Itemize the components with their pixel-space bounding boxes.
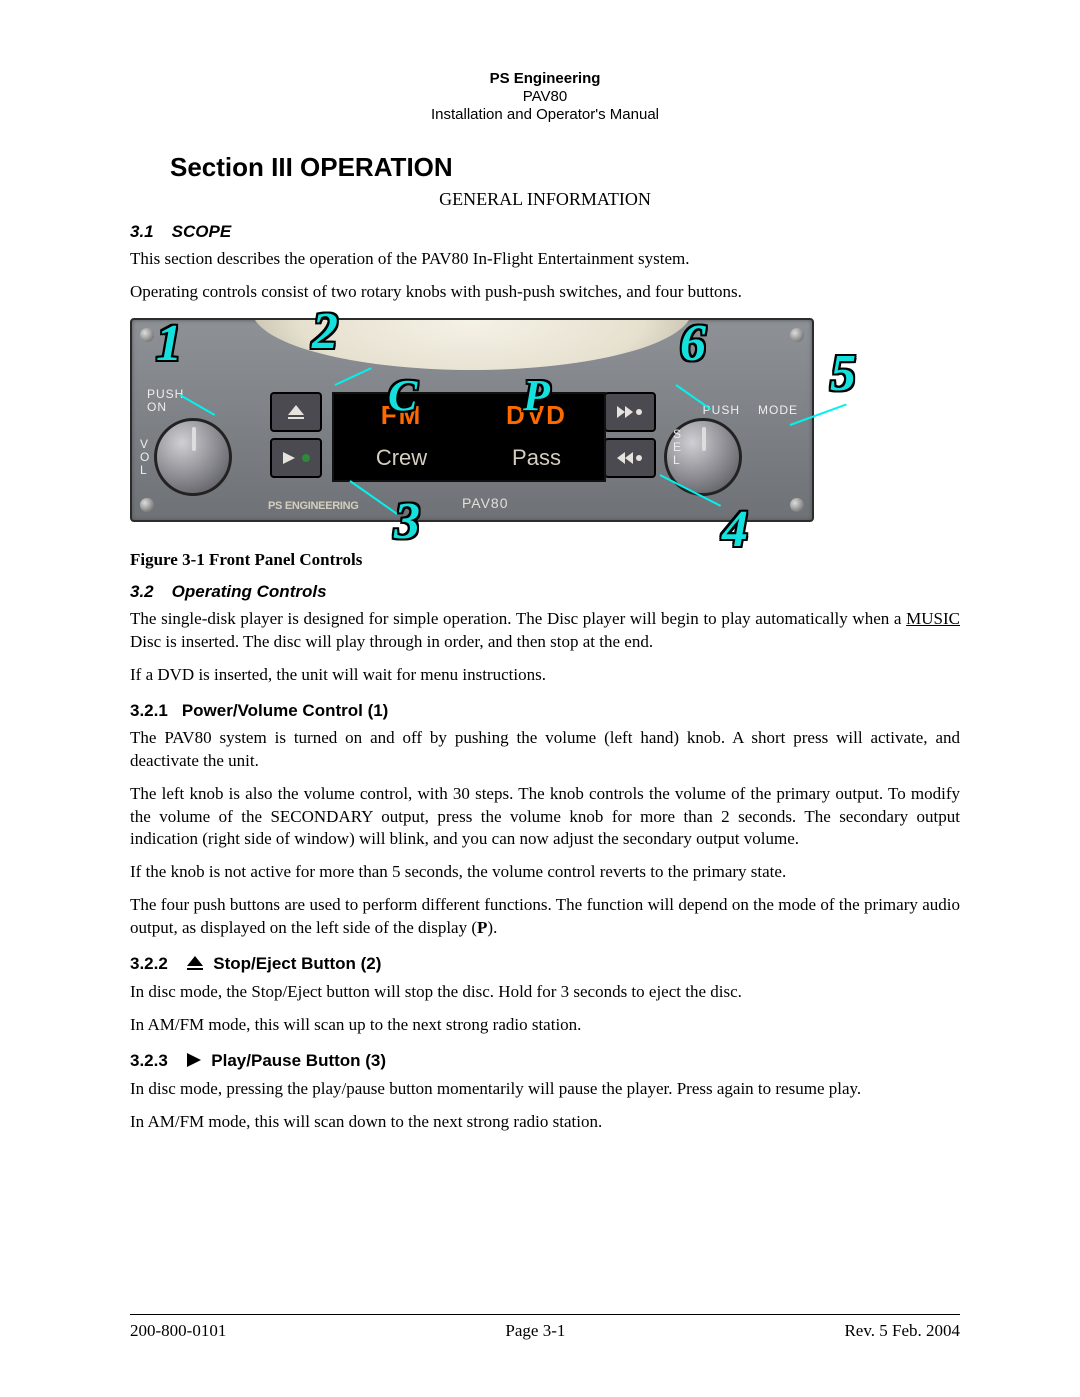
screw-icon [140,498,154,512]
heading-text: Stop/Eject Button (2) [213,954,381,973]
heading-text: Play/Pause Button (3) [211,1051,386,1070]
product-name: PAV80 [130,88,960,106]
callout-2: 2 [312,302,338,361]
paragraph: The four push buttons are used to perfor… [130,894,960,940]
heading-scope: 3.1 SCOPE [130,222,960,242]
heading-power-volume: 3.2.1 Power/Volume Control (1) [130,701,960,721]
paragraph: In disc mode, pressing the play/pause bu… [130,1078,960,1101]
lcd-crew: Crew [334,437,469,480]
heading-operating-controls: 3.2 Operating Controls [130,582,960,602]
page-header: PS Engineering PAV80 Installation and Op… [130,70,960,124]
volume-knob [154,418,232,496]
led-icon [302,454,310,462]
heading-play-pause: 3.2.3 Play/Pause Button (3) [130,1051,960,1072]
label-push-on: PUSH ON [147,388,184,414]
paragraph: This section describes the operation of … [130,248,960,271]
text-bold: P [477,918,487,937]
callout-P: P [523,370,550,421]
footer-revision: Rev. 5 Feb. 2004 [844,1321,960,1341]
paragraph: The left knob is also the volume control… [130,783,960,852]
paragraph: In AM/FM mode, this will scan down to th… [130,1111,960,1134]
text: The four push buttons are used to perfor… [130,895,960,937]
callout-C: C [388,370,417,421]
device-panel: PUSH ON V O L PUSH MODE S E L PAV80 PS E… [130,318,814,522]
text: Disc is inserted. The disc will play thr… [130,632,653,651]
page-footer: 200-800-0101 Page 3-1 Rev. 5 Feb. 2004 [130,1314,960,1341]
label-model: PAV80 [462,496,509,511]
heading-number: 3.2.3 [130,1051,168,1070]
text-music: MUSIC [906,609,960,628]
paragraph: Operating controls consist of two rotary… [130,281,960,304]
paragraph: If a DVD is inserted, the unit will wait… [130,664,960,687]
eject-button-icon [270,392,322,432]
play-button-icon [270,438,322,478]
text: The single-disk player is designed for s… [130,609,906,628]
paragraph: In disc mode, the Stop/Eject button will… [130,981,960,1004]
section-subtitle: GENERAL INFORMATION [130,189,960,210]
callout-1: 1 [156,314,182,373]
company-name: PS Engineering [130,70,960,88]
callout-3: 3 [394,492,420,551]
screw-icon [790,328,804,342]
fast-forward-button-icon [604,392,656,432]
label-mode: MODE [758,404,798,417]
heading-stop-eject: 3.2.2 Stop/Eject Button (2) [130,954,960,975]
manual-name: Installation and Operator's Manual [130,106,960,124]
lcd-pass: Pass [469,437,604,480]
screw-icon [790,498,804,512]
manual-page: PS Engineering PAV80 Installation and Op… [0,0,1080,1397]
text: ). [487,918,497,937]
paragraph: The PAV80 system is turned on and off by… [130,727,960,773]
figure-front-panel: PUSH ON V O L PUSH MODE S E L PAV80 PS E… [130,314,960,544]
callout-6: 6 [680,314,706,373]
figure-caption: Figure 3-1 Front Panel Controls [130,550,960,570]
section-title: Section III OPERATION [170,152,960,183]
heading-number: 3.1 [130,222,154,241]
heading-number: 3.2 [130,582,154,601]
paragraph: If the knob is not active for more than … [130,861,960,884]
heading-text: Operating Controls [172,582,327,601]
label-sel: S E L [673,428,682,468]
eject-icon [187,955,203,975]
heading-number: 3.2.2 [130,954,168,973]
lcd-display: FM DVD Crew Pass [332,392,606,482]
heading-text: SCOPE [172,222,232,241]
screw-icon [140,328,154,342]
footer-doc-number: 200-800-0101 [130,1321,226,1341]
paragraph: The single-disk player is designed for s… [130,608,960,654]
callout-4: 4 [722,500,748,559]
footer-page: Page 3-1 [505,1321,565,1341]
label-vol: V O L [140,438,150,478]
heading-number: 3.2.1 [130,701,168,720]
paragraph: In AM/FM mode, this will scan up to the … [130,1014,960,1037]
heading-text: Power/Volume Control (1) [182,701,389,720]
play-icon [187,1052,201,1072]
rewind-button-icon [604,438,656,478]
brand-logo: PS ENGINEERING [268,500,359,512]
callout-5: 5 [830,344,856,403]
